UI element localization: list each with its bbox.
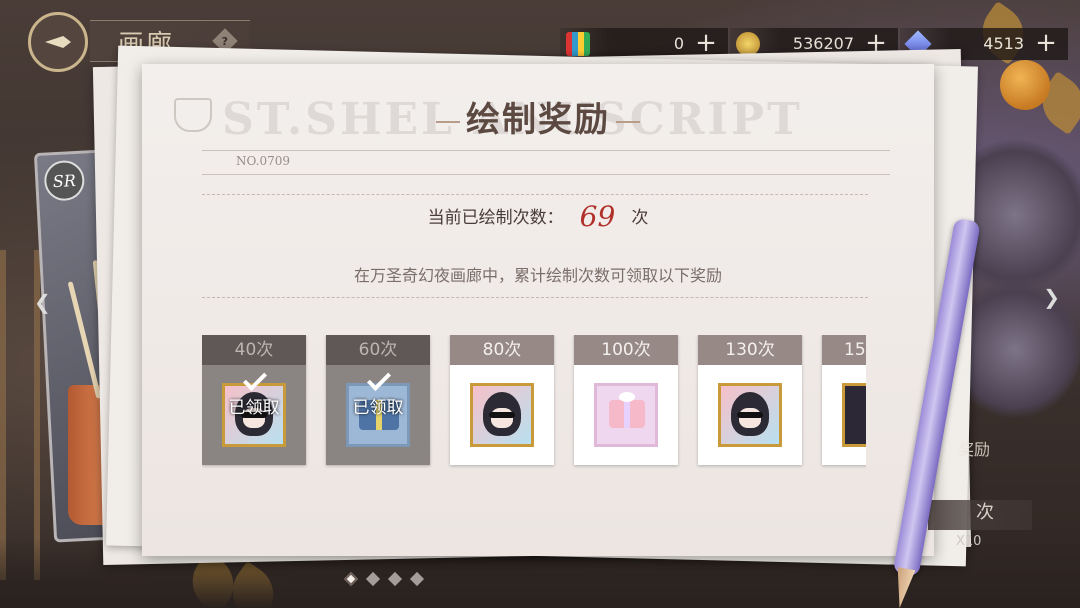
panel-title-text: 绘制奖励 — [466, 100, 610, 140]
page-dot[interactable] — [409, 571, 425, 587]
avatar-frame-icon — [718, 383, 782, 447]
reward-item[interactable]: 40次 已领取 — [202, 335, 306, 465]
draw-count-row: 当前已绘制次数： 69 次 — [142, 200, 934, 233]
multiplier-label: X10 — [956, 534, 982, 549]
page-dot[interactable] — [387, 571, 403, 587]
reward-threshold: 100次 — [574, 335, 678, 365]
reward-item[interactable]: 60次 已领取 — [326, 335, 430, 465]
page-dot[interactable] — [343, 571, 359, 587]
pumpkin-decoration — [1000, 60, 1050, 110]
pen-nib-icon — [45, 36, 71, 48]
resource-value: 536207 — [792, 34, 854, 53]
reward-body — [450, 365, 554, 465]
reward-threshold: 60次 — [326, 335, 430, 365]
avatar — [731, 392, 769, 436]
add-paint-button[interactable]: + — [692, 29, 720, 57]
reward-threshold: 40次 — [202, 335, 306, 365]
previous-arrow-icon[interactable]: ❮ — [34, 290, 51, 314]
add-gem-button[interactable]: + — [1032, 29, 1060, 57]
panel-title: 绘制奖励 — [142, 92, 934, 141]
reward-body — [698, 365, 802, 465]
claimed-overlay: 已领取 — [202, 365, 306, 465]
count-label: 当前已绘制次数： — [427, 208, 564, 228]
card-icon — [842, 383, 866, 447]
gift-box-icon — [594, 383, 658, 447]
reward-description: 在万圣奇幻夜画廊中，累计绘制次数可领取以下奖励 — [353, 266, 722, 285]
draw-reward-panel: ST.SHEL ANUSCRIPT 绘制奖励 NO.0709 当前已绘制次数： 6… — [142, 64, 934, 556]
reward-item[interactable]: 130次 — [698, 335, 802, 465]
claimed-label: 已领取 — [228, 397, 280, 418]
back-button[interactable] — [28, 12, 88, 72]
reward-body — [574, 365, 678, 465]
avatar — [483, 392, 521, 436]
serial-number: NO.0709 — [236, 154, 290, 168]
claimed-overlay: 已领取 — [326, 365, 430, 465]
count-value: 69 — [579, 200, 616, 233]
side-hint: 奖励 — [958, 440, 991, 459]
check-icon — [366, 366, 392, 392]
divider — [202, 174, 890, 175]
reward-item[interactable]: 15 — [822, 335, 866, 465]
rarity-badge: SR — [43, 159, 86, 202]
draw-button-label: 次 — [976, 502, 994, 523]
avatar-frame-icon — [470, 383, 534, 447]
claimed-label: 已领取 — [352, 397, 404, 418]
resource-value: 0 — [673, 34, 684, 53]
reward-threshold: 130次 — [698, 335, 802, 365]
resource-value: 4513 — [983, 34, 1024, 53]
divider — [202, 150, 890, 151]
reward-list[interactable]: 40次 已领取 60次 已领取 80次 100次 130次 15 — [202, 335, 866, 469]
next-arrow-icon[interactable]: ❯ — [1043, 285, 1060, 309]
reward-item[interactable]: 100次 — [574, 335, 678, 465]
pagination — [343, 571, 425, 587]
reward-threshold: 15 — [822, 335, 866, 365]
check-icon — [242, 366, 268, 392]
page-dot[interactable] — [365, 571, 381, 587]
reward-threshold: 80次 — [450, 335, 554, 365]
reward-item[interactable]: 80次 — [450, 335, 554, 465]
paint-palette-icon — [566, 32, 590, 56]
help-symbol: ? — [221, 34, 229, 48]
count-unit: 次 — [631, 208, 649, 228]
reward-body — [822, 365, 866, 465]
